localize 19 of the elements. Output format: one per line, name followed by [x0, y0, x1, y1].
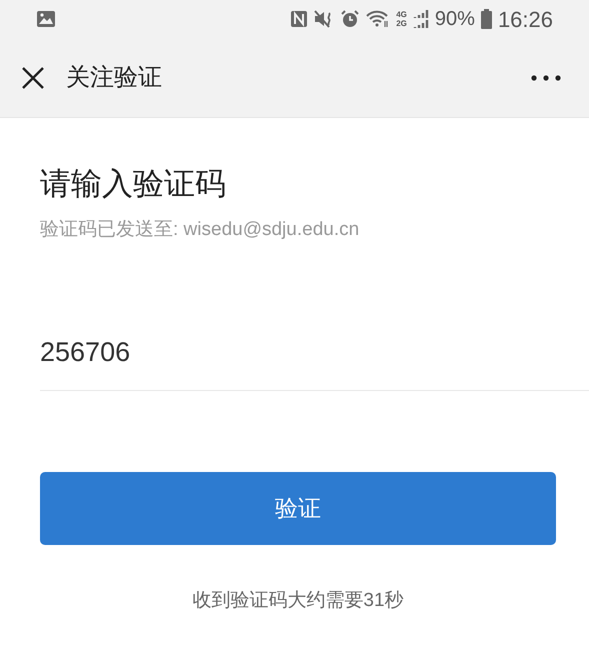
- battery-icon: [480, 9, 492, 29]
- heading: 请输入验证码: [40, 165, 227, 203]
- page-title: 关注验证: [66, 62, 162, 92]
- nfc-icon: [290, 10, 308, 28]
- wifi-icon: [366, 10, 390, 28]
- clock-time: 16:26: [498, 6, 553, 34]
- code-input-field[interactable]: 256706: [40, 314, 589, 390]
- alarm-icon: [340, 9, 360, 29]
- close-icon: [21, 66, 45, 90]
- battery-percent: 90%: [434, 7, 475, 32]
- sent-to-hint: 验证码已发送至: wisedu@sdju.edu.cn: [40, 218, 360, 242]
- wait-notice: 收到验证码大约需要31秒: [191, 588, 405, 612]
- network-type-label: 4G: [396, 10, 407, 19]
- close-button[interactable]: [20, 64, 46, 90]
- network-type-label: 2G: [396, 19, 407, 28]
- verify-button[interactable]: 验证: [40, 472, 556, 544]
- signal-icon: [412, 9, 429, 29]
- more-icon: [531, 74, 561, 80]
- image-icon: [36, 10, 56, 28]
